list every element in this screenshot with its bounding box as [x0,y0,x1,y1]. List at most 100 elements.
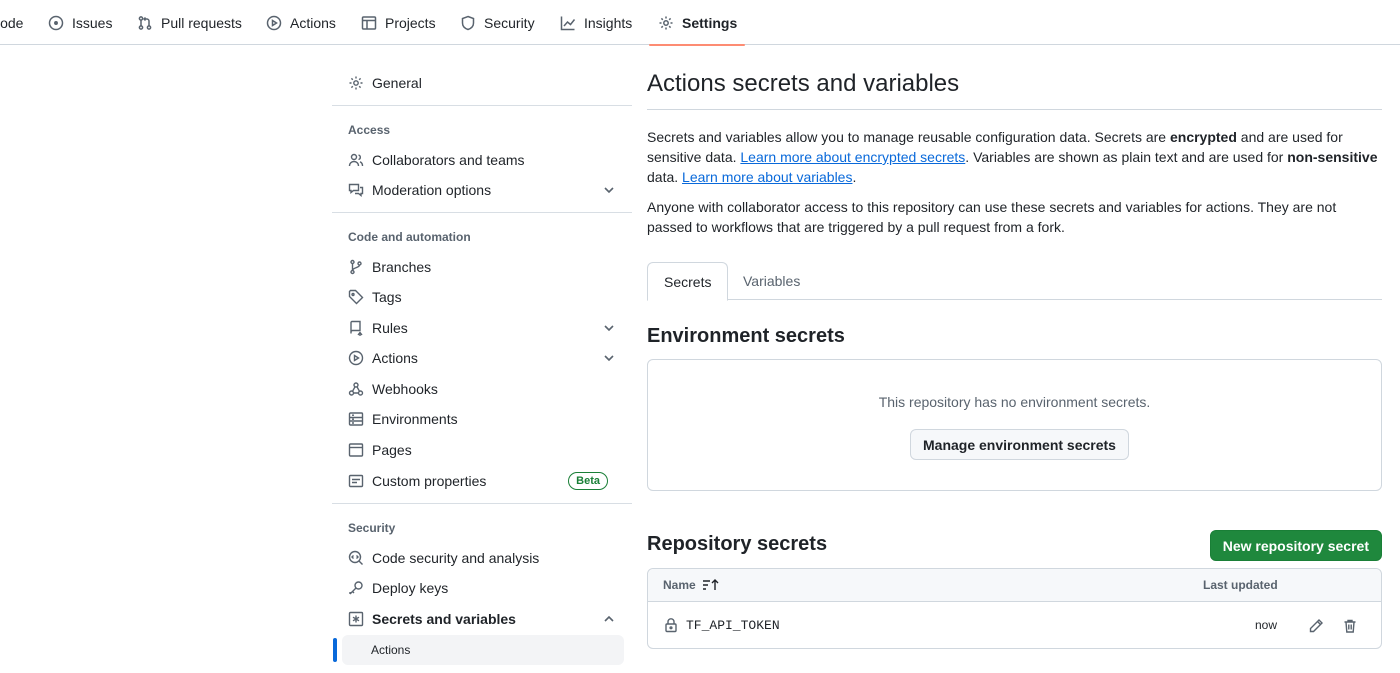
tab-secrets[interactable]: Secrets [647,262,729,301]
sidebar-item-webhooks[interactable]: Webhooks [340,374,624,404]
sidebar-item-label: Pages [372,442,412,458]
environment-secrets-box: This repository has no environment secre… [647,359,1382,491]
intro-paragraph: Secrets and variables allow you to manag… [647,127,1382,187]
sidebar-item-label: Custom properties [372,473,487,489]
comment-discussion-icon [348,183,364,197]
sidebar-divider [332,105,632,106]
sidebar-item-secrets-variables[interactable]: Secrets and variables [340,604,624,634]
tab-projects[interactable]: Projects [361,0,436,45]
sidebar-item-code-security[interactable]: Code security and analysis [340,543,624,573]
sidebar-item-label: Deploy keys [372,580,449,596]
tab-issues[interactable]: Issues [48,0,112,45]
new-repository-secret-button[interactable]: New repository secret [1209,530,1382,561]
column-last-updated-header: Last updated [1203,578,1278,592]
environment-secrets-title: Environment secrets [647,325,845,347]
learn-more-variables-link[interactable]: Learn more about variables [682,169,852,185]
trash-icon[interactable] [1342,618,1358,634]
sidebar-item-label: Webhooks [372,381,438,397]
tab-code[interactable]: Code [0,0,23,45]
tab-settings-label: Settings [682,14,738,31]
sidebar-item-moderation[interactable]: Moderation options [340,175,624,205]
sidebar-item-deploy-keys[interactable]: Deploy keys [340,573,624,603]
sidebar-item-environments[interactable]: Environments [340,404,624,434]
repo-push-icon [350,320,363,336]
tab-pull-requests[interactable]: Pull requests [137,0,242,45]
active-indicator [333,638,337,662]
sidebar-item-label: Rules [372,320,408,336]
secret-name: TF_API_TOKEN [686,618,780,633]
sidebar-item-label: Moderation options [372,182,492,198]
webhook-icon [348,382,364,396]
issue-opened-icon [48,15,64,30]
sidebar-item-label: Collaborators and teams [372,152,525,168]
git-branch-icon [350,259,362,275]
manage-environment-secrets-button[interactable]: Manage environment secrets [910,429,1129,460]
sidebar-item-label: Environments [372,411,458,427]
play-icon [266,15,282,30]
secret-last-updated: now [1255,618,1278,632]
title-divider [647,109,1382,110]
tab-insights[interactable]: Insights [560,0,632,45]
table-header: Name Last updated [648,569,1381,602]
key-asterisk-icon [348,611,364,627]
lock-icon [665,618,677,633]
codescan-icon [348,550,363,565]
sidebar-item-pages[interactable]: Pages [340,435,624,465]
intro-emphasis-non-sensitive: non-sensitive [1287,149,1378,165]
server-icon [348,412,364,426]
sidebar-divider [332,503,632,504]
column-name-label: Name [663,578,696,592]
sidebar-item-custom-properties[interactable]: Custom properties Beta [340,466,624,496]
sidebar-item-label: Branches [372,259,432,275]
intro-emphasis-encrypted: encrypted [1169,129,1237,145]
sidebar-item-label: Actions [371,643,411,657]
pencil-icon[interactable] [1308,618,1324,634]
sidebar-heading-access: Access [348,123,391,137]
secrets-variables-tabs: Secrets Variables [647,262,1382,301]
sidebar-divider [332,212,632,213]
shield-icon [461,15,475,30]
tab-settings[interactable]: Settings [648,0,746,46]
intro-text: . Variables are shown as plain text and … [965,149,1288,165]
repository-secrets-title: Repository secrets [647,533,828,555]
page-title: Actions secrets and variables [647,70,960,97]
sidebar-subitem-actions[interactable]: Actions [342,635,624,665]
sidebar-heading-security: Security [348,521,396,535]
sidebar-item-actions[interactable]: Actions [340,343,624,373]
chevron-down-icon [604,355,614,362]
play-icon [348,350,364,366]
tab-insights-label: Insights [584,14,633,31]
key-icon [349,581,363,595]
tab-variables[interactable]: Variables [727,262,816,300]
tab-security[interactable]: Security [460,0,535,45]
sidebar-item-label: Code security and analysis [372,550,540,566]
repository-secrets-table: Name Last updated TF_API_TOKEN now [647,568,1382,649]
tab-actions[interactable]: Actions [266,0,336,45]
table-row: TF_API_TOKEN now [648,603,1381,649]
browser-icon [348,443,364,457]
sidebar-item-label: Secrets and variables [372,611,516,627]
gear-icon [349,76,363,90]
learn-more-secrets-link[interactable]: Learn more about encrypted secrets [740,149,965,165]
sidebar-item-general[interactable]: General [340,68,624,98]
tab-actions-label: Actions [290,14,336,31]
sidebar-item-branches[interactable]: Branches [340,252,624,282]
graph-icon [560,16,576,30]
sort-asc-icon [702,579,719,590]
chevron-down-icon [604,187,614,194]
intro-text: . [852,169,857,185]
tab-pull-requests-label: Pull requests [161,14,242,31]
sidebar-item-rules[interactable]: Rules [340,313,624,343]
empty-state-text: This repository has no environment secre… [878,394,1151,410]
sidebar-item-tags[interactable]: Tags [340,282,624,312]
sidebar-item-label: Actions [372,350,418,366]
tab-code-label: Code [0,14,24,31]
git-pull-request-icon [138,15,152,30]
chevron-up-icon [604,615,614,622]
tag-icon [348,289,364,305]
tab-projects-label: Projects [385,14,436,31]
column-name-header[interactable]: Name [663,578,720,592]
sidebar-item-collaborators[interactable]: Collaborators and teams [340,145,624,175]
sidebar-item-label: General [372,75,422,91]
gear-icon [659,16,673,29]
